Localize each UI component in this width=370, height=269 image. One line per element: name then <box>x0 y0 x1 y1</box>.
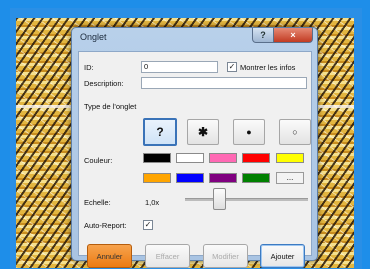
cancel-button[interactable]: Annuler <box>87 244 132 268</box>
id-label: ID: <box>84 63 94 72</box>
scale-label: Echelle: <box>84 198 111 207</box>
dialog-client-area: ID: 0 ✓ Montrer les infos Description: T… <box>78 51 312 268</box>
type-question-button[interactable]: ? <box>143 118 177 146</box>
help-icon: ? <box>260 30 266 40</box>
show-info-checkbox[interactable]: ✓ <box>227 62 237 72</box>
type-star-button[interactable]: ✱ <box>187 119 219 145</box>
close-icon: × <box>290 30 296 40</box>
asterisk-icon: ✱ <box>197 125 209 139</box>
type-label: Type de l'onglet <box>84 102 137 111</box>
modify-button[interactable]: Modifier <box>203 244 248 268</box>
type-empty-circle-button[interactable]: ○ <box>279 119 311 145</box>
colour-swatch-black[interactable] <box>143 153 171 163</box>
colour-swatch-yellow[interactable] <box>276 153 304 163</box>
id-input[interactable]: 0 <box>141 61 218 73</box>
scale-value: 1,0x <box>145 198 160 207</box>
title-bar[interactable]: Onglet ? × <box>72 28 317 50</box>
colour-swatch-white[interactable] <box>176 153 204 163</box>
scale-slider-thumb[interactable] <box>213 188 226 210</box>
scale-slider-track[interactable] <box>185 198 308 201</box>
auto-report-checkbox[interactable]: ✓ <box>143 220 153 230</box>
add-button[interactable]: Ajouter <box>260 244 305 268</box>
description-label: Description: <box>84 79 124 88</box>
type-filled-circle-button[interactable]: ● <box>233 119 265 145</box>
colour-swatch-pink[interactable] <box>209 153 237 163</box>
close-button[interactable]: × <box>273 28 313 43</box>
more-colours-button[interactable]: ... <box>276 172 304 184</box>
colour-swatch-green[interactable] <box>242 173 270 183</box>
colour-swatch-orange[interactable] <box>143 173 171 183</box>
description-input[interactable] <box>141 77 307 89</box>
question-icon: ? <box>156 125 164 139</box>
onglet-dialog: Onglet ? × ID: 0 ✓ Montrer les infos Des… <box>71 27 318 268</box>
colour-swatch-red[interactable] <box>242 153 270 163</box>
empty-circle-icon: ○ <box>292 127 298 137</box>
help-button[interactable]: ? <box>252 28 274 43</box>
show-info-label: Montrer les infos <box>240 63 296 72</box>
dialog-title: Onglet <box>80 32 107 42</box>
clear-button[interactable]: Effacer <box>145 244 190 268</box>
filled-circle-icon: ● <box>246 127 252 137</box>
colour-swatch-blue[interactable] <box>176 173 204 183</box>
colour-swatch-purple[interactable] <box>209 173 237 183</box>
colour-label: Couleur: <box>84 156 113 165</box>
auto-report-label: Auto-Report: <box>84 221 127 230</box>
